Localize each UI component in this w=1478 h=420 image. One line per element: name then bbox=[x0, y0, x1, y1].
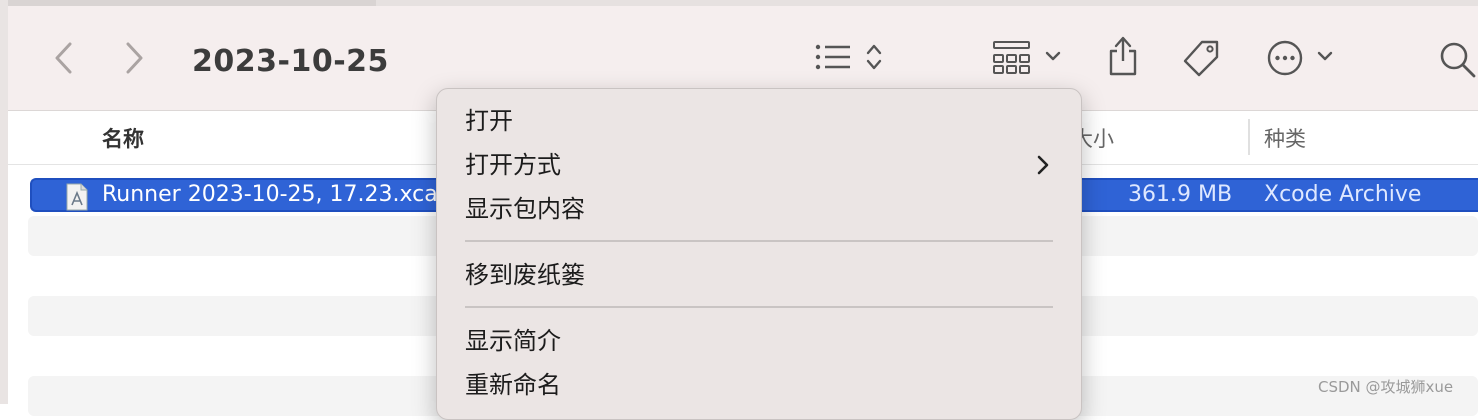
column-header-kind[interactable]: 种类 bbox=[1264, 123, 1306, 153]
menu-item-move-to-trash[interactable]: 移到废纸篓 bbox=[465, 259, 585, 291]
group-chevron-down-icon[interactable] bbox=[1044, 50, 1062, 64]
file-size: 361.9 MB bbox=[1128, 182, 1233, 207]
back-icon[interactable] bbox=[52, 41, 76, 75]
menu-item-rename[interactable]: 重新命名 bbox=[465, 369, 561, 401]
menu-separator bbox=[465, 306, 1053, 308]
more-actions-icon[interactable] bbox=[1266, 39, 1304, 77]
forward-icon[interactable] bbox=[122, 41, 146, 75]
menu-item-open[interactable]: 打开 bbox=[465, 105, 513, 137]
window-title: 2023-10-25 bbox=[192, 44, 389, 79]
xcode-archive-file-icon bbox=[66, 183, 88, 211]
watermark: CSDN @攻城狮xue bbox=[1318, 378, 1454, 396]
sidebar-edge bbox=[0, 0, 8, 404]
more-chevron-down-icon[interactable] bbox=[1316, 50, 1334, 64]
menu-item-open-with[interactable]: 打开方式 bbox=[465, 149, 561, 181]
menu-item-get-info[interactable]: 显示简介 bbox=[465, 325, 561, 357]
search-icon[interactable] bbox=[1438, 40, 1478, 80]
tag-icon[interactable] bbox=[1180, 38, 1222, 80]
column-divider[interactable] bbox=[1248, 119, 1250, 155]
column-header-name[interactable]: 名称 bbox=[102, 123, 144, 153]
group-icon[interactable] bbox=[992, 40, 1032, 76]
menu-item-show-package-contents[interactable]: 显示包内容 bbox=[465, 193, 585, 225]
submenu-chevron-right-icon bbox=[1037, 155, 1049, 175]
file-kind: Xcode Archive bbox=[1264, 182, 1422, 207]
menu-separator bbox=[465, 240, 1053, 242]
share-icon[interactable] bbox=[1106, 34, 1140, 78]
sort-chevron-icon[interactable] bbox=[864, 42, 884, 72]
file-name: Runner 2023-10-25, 17.23.xca bbox=[102, 182, 438, 207]
list-view-icon[interactable] bbox=[814, 42, 854, 72]
context-menu: 打开 打开方式 显示包内容 移到废纸篓 显示简介 重新命名 bbox=[436, 88, 1082, 420]
